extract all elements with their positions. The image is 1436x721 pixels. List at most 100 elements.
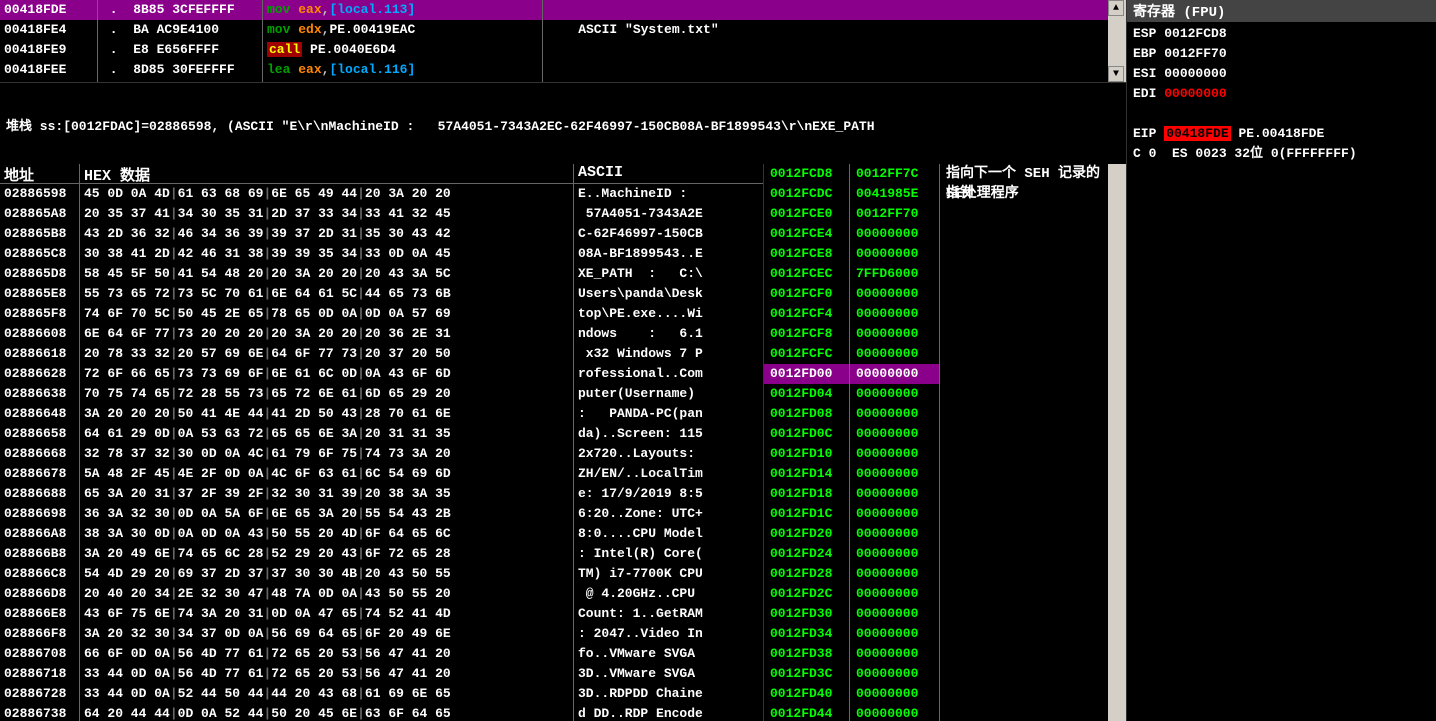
register-row[interactable]: EBP 0012FF70 [1133, 44, 1430, 64]
stack-address[interactable]: 0012FCDC [764, 184, 849, 204]
stack-value[interactable]: 00000000 [850, 704, 939, 721]
stack-value[interactable]: 00000000 [850, 404, 939, 424]
stack-value[interactable]: 00000000 [850, 304, 939, 324]
stack-address[interactable]: 0012FD18 [764, 484, 849, 504]
stack-value[interactable]: 00000000 [850, 364, 939, 384]
stack-address[interactable]: 0012FD08 [764, 404, 849, 424]
hex-row[interactable]: 028865D858 45 5F 50|41 54 48 20|20 3A 20… [0, 264, 763, 284]
hex-row[interactable]: 028866C854 4D 29 20|69 37 2D 37|37 30 30… [0, 564, 763, 584]
hex-row[interactable]: 028866F83A 20 32 30|34 37 0D 0A|56 69 64… [0, 624, 763, 644]
disasm-instruction[interactable]: lea eax,[local.116] [263, 60, 542, 80]
hex-row[interactable]: 028866785A 48 2F 45|4E 2F 0D 0A|4C 6F 63… [0, 464, 763, 484]
stack-value[interactable]: 00000000 [850, 224, 939, 244]
hex-row[interactable]: 028866A838 3A 30 0D|0A 0D 0A 43|50 55 20… [0, 524, 763, 544]
disasm-bytes[interactable]: . E8 E656FFFF [98, 40, 262, 60]
stack-value[interactable]: 0041985E [850, 184, 939, 204]
stack-value[interactable]: 00000000 [850, 344, 939, 364]
scroll-down-icon[interactable]: ▼ [1108, 66, 1124, 82]
register-row[interactable]: EDI 00000000 [1133, 84, 1430, 104]
disassembly-pane[interactable]: 00418FDE00418FE400418FE900418FEE . 8B85 … [0, 0, 1126, 82]
stack-value[interactable]: 0012FF70 [850, 204, 939, 224]
stack-address[interactable]: 0012FCF0 [764, 284, 849, 304]
hex-row[interactable]: 028866086E 64 6F 77|73 20 20 20|20 3A 20… [0, 324, 763, 344]
hex-row[interactable]: 0288672833 44 0D 0A|52 44 50 44|44 20 43… [0, 684, 763, 704]
stack-address[interactable]: 0012FD1C [764, 504, 849, 524]
stack-address[interactable]: 0012FCEC [764, 264, 849, 284]
disasm-address[interactable]: 00418FE4 [0, 20, 97, 40]
stack-value[interactable]: 00000000 [850, 644, 939, 664]
stack-value[interactable]: 00000000 [850, 544, 939, 564]
hex-row[interactable]: 028866D820 40 20 34|2E 32 30 47|48 7A 0D… [0, 584, 763, 604]
register-row[interactable]: C 0 ES 0023 32位 0(FFFFFFFF) [1133, 144, 1430, 164]
hex-row[interactable]: 0288665864 61 29 0D|0A 53 63 72|65 65 6E… [0, 424, 763, 444]
stack-value[interactable]: 00000000 [850, 564, 939, 584]
hex-row[interactable]: 0288673864 20 44 44|0D 0A 52 44|50 20 45… [0, 704, 763, 721]
hex-row[interactable]: 028866E843 6F 75 6E|74 3A 20 31|0D 0A 47… [0, 604, 763, 624]
disasm-address[interactable]: 00418FDE [0, 0, 97, 20]
stack-value[interactable]: 00000000 [850, 524, 939, 544]
stack-address[interactable]: 0012FD20 [764, 524, 849, 544]
hex-row[interactable]: 0288666832 78 37 32|30 0D 0A 4C|61 79 6F… [0, 444, 763, 464]
hex-row[interactable]: 028866B83A 20 49 6E|74 65 6C 28|52 29 20… [0, 544, 763, 564]
stack-address[interactable]: 0012FD30 [764, 604, 849, 624]
hex-dump-pane[interactable]: 地址 HEX 数据 ASCII 0288659845 0D 0A 4D|61 6… [0, 164, 764, 721]
hex-row[interactable]: 0288662872 6F 66 65|73 73 69 6F|6E 61 6C… [0, 364, 763, 384]
stack-pane[interactable]: 0012FCD80012FCDC0012FCE00012FCE40012FCE8… [764, 164, 1126, 721]
registers-pane[interactable]: 寄存器 (FPU) ESP 0012FCD8EBP 0012FF70ESI 00… [1126, 0, 1436, 721]
stack-address[interactable]: 0012FCD8 [764, 164, 849, 184]
stack-value[interactable]: 00000000 [850, 384, 939, 404]
stack-scrollbar[interactable] [1108, 164, 1126, 721]
disasm-bytes[interactable]: . 8D85 30FEFFFF [98, 60, 262, 80]
stack-address[interactable]: 0012FD28 [764, 564, 849, 584]
stack-value[interactable]: 00000000 [850, 684, 939, 704]
hex-row[interactable]: 0288668865 3A 20 31|37 2F 39 2F|32 30 31… [0, 484, 763, 504]
stack-address[interactable]: 0012FCE0 [764, 204, 849, 224]
stack-value[interactable]: 00000000 [850, 624, 939, 644]
stack-value[interactable]: 00000000 [850, 244, 939, 264]
hex-row[interactable]: 0288670866 6F 0D 0A|56 4D 77 61|72 65 20… [0, 644, 763, 664]
stack-value[interactable]: 0012FF7C [850, 164, 939, 184]
stack-value[interactable]: 00000000 [850, 664, 939, 684]
stack-address[interactable]: 0012FD14 [764, 464, 849, 484]
stack-address[interactable]: 0012FD34 [764, 624, 849, 644]
stack-address[interactable]: 0012FD44 [764, 704, 849, 721]
stack-address[interactable]: 0012FCFC [764, 344, 849, 364]
stack-address[interactable]: 0012FD3C [764, 664, 849, 684]
scroll-up-icon[interactable]: ▲ [1108, 0, 1124, 16]
stack-address[interactable]: 0012FCE4 [764, 224, 849, 244]
hex-row[interactable]: 028865C830 38 41 2D|42 46 31 38|39 39 35… [0, 244, 763, 264]
disasm-instruction[interactable]: mov edx,PE.00419EAC [263, 20, 542, 40]
stack-value[interactable]: 00000000 [850, 504, 939, 524]
disasm-bytes[interactable]: . 8B85 3CFEFFFF [98, 0, 262, 20]
hex-row[interactable]: 0288671833 44 0D 0A|56 4D 77 61|72 65 20… [0, 664, 763, 684]
register-row[interactable]: ESP 0012FCD8 [1133, 24, 1430, 44]
hex-row[interactable]: 028866483A 20 20 20|50 41 4E 44|41 2D 50… [0, 404, 763, 424]
stack-address[interactable]: 0012FD0C [764, 424, 849, 444]
hex-row[interactable]: 028865A820 35 37 41|34 30 35 31|2D 37 33… [0, 204, 763, 224]
disasm-address[interactable]: 00418FEE [0, 60, 97, 80]
stack-value[interactable]: 00000000 [850, 464, 939, 484]
stack-value[interactable]: 00000000 [850, 444, 939, 464]
stack-address[interactable]: 0012FD2C [764, 584, 849, 604]
disasm-instruction[interactable]: call PE.0040E6D4 [263, 40, 542, 60]
register-row[interactable]: ESI 00000000 [1133, 64, 1430, 84]
stack-value[interactable]: 00000000 [850, 484, 939, 504]
stack-address[interactable]: 0012FCF4 [764, 304, 849, 324]
stack-value[interactable]: 00000000 [850, 424, 939, 444]
stack-address[interactable]: 0012FCE8 [764, 244, 849, 264]
disasm-address[interactable]: 00418FE9 [0, 40, 97, 60]
hex-row[interactable]: 028865B843 2D 36 32|46 34 36 39|39 37 2D… [0, 224, 763, 244]
disasm-scrollbar[interactable]: ▲ ▼ [1108, 0, 1126, 82]
hex-row[interactable]: 0288663870 75 74 65|72 28 55 73|65 72 6E… [0, 384, 763, 404]
stack-value[interactable]: 7FFD6000 [850, 264, 939, 284]
register-row[interactable]: EIP 00418FDE PE.00418FDE [1133, 124, 1430, 144]
hex-row[interactable]: 0288661820 78 33 32|20 57 69 6E|64 6F 77… [0, 344, 763, 364]
hex-row[interactable]: 028865F874 6F 70 5C|50 45 2E 65|78 65 0D… [0, 304, 763, 324]
stack-address[interactable]: 0012FD24 [764, 544, 849, 564]
stack-address[interactable]: 0012FD04 [764, 384, 849, 404]
stack-address[interactable]: 0012FCF8 [764, 324, 849, 344]
hex-row[interactable]: 0288659845 0D 0A 4D|61 63 68 69|6E 65 49… [0, 184, 763, 204]
disasm-bytes[interactable]: . BA AC9E4100 [98, 20, 262, 40]
disasm-instruction[interactable]: mov eax,[local.113] [263, 0, 542, 20]
stack-address[interactable]: 0012FD00 [764, 364, 849, 384]
